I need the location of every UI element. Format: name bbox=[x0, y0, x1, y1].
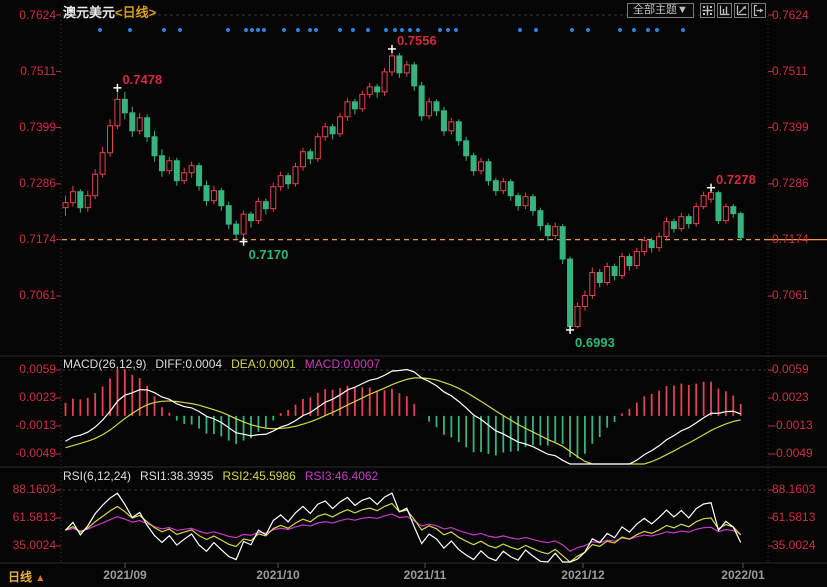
price-annotation: 0.7478 bbox=[122, 72, 162, 87]
macd-axis-label: -0.0013 bbox=[772, 418, 827, 432]
macd-axis-label: 0.0023 bbox=[772, 390, 827, 404]
macd-macd-value: MACD:0.0007 bbox=[305, 357, 380, 371]
instrument-name: 澳元美元 bbox=[63, 5, 115, 20]
ref-price-label: 0.7174 bbox=[772, 232, 827, 246]
theme-dropdown[interactable]: 全部主题▼ bbox=[627, 3, 694, 18]
crosshair-button[interactable] bbox=[700, 3, 715, 18]
macd-axis-label: -0.0049 bbox=[2, 446, 56, 460]
rsi-name: RSI(6,12,24) bbox=[63, 469, 131, 483]
rsi-axis-label: 61.5813 bbox=[2, 510, 56, 524]
price-axis-label: 0.7624 bbox=[2, 8, 56, 22]
export-panel-icon bbox=[753, 5, 764, 16]
macd-axis-label: 0.0059 bbox=[2, 362, 56, 376]
price-axis-label: 0.7286 bbox=[772, 176, 827, 190]
macd-axis-label: 0.0059 bbox=[772, 362, 827, 376]
page-title: 澳元美元<日线> bbox=[63, 2, 156, 21]
macd-axis-label: -0.0013 bbox=[2, 418, 56, 432]
axis-scale-icon bbox=[736, 5, 747, 16]
indicator-window-icon bbox=[719, 5, 730, 16]
crosshair-icon bbox=[702, 5, 713, 16]
macd-axis-label: 0.0023 bbox=[2, 390, 56, 404]
macd-header: MACD(26,12,9) DIFF:0.0004 DEA:0.0001 MAC… bbox=[63, 357, 380, 371]
rsi-axis-label: 35.0024 bbox=[772, 538, 827, 552]
chart-canvas[interactable] bbox=[0, 0, 827, 587]
rsi-axis-label: 35.0024 bbox=[2, 538, 56, 552]
indicator-window-button[interactable] bbox=[717, 3, 732, 18]
rsi-header: RSI(6,12,24) RSI1:38.3935 RSI2:45.5986 R… bbox=[63, 469, 378, 483]
x-axis-date: 2021/10 bbox=[256, 568, 299, 582]
price-annotation: 0.7278 bbox=[716, 172, 756, 187]
price-axis-label: 0.7399 bbox=[772, 120, 827, 134]
rsi2-value: RSI2:45.5986 bbox=[222, 469, 295, 483]
price-axis-label: 0.7399 bbox=[2, 120, 56, 134]
rsi3-value: RSI3:46.4062 bbox=[305, 469, 378, 483]
rsi-axis-label: 88.1603 bbox=[2, 482, 56, 496]
rsi-axis-label: 61.5813 bbox=[772, 510, 827, 524]
export-panel-button[interactable] bbox=[751, 3, 766, 18]
x-axis-date: 2021/09 bbox=[103, 568, 146, 582]
x-axis-date: 2021/12 bbox=[561, 568, 604, 582]
tab-timeframe-daily[interactable]: 日线 ▲ bbox=[8, 568, 45, 585]
price-annotation: 0.7556 bbox=[397, 33, 437, 48]
chevron-up-icon: ▲ bbox=[35, 573, 45, 584]
chart-application: 澳元美元<日线> 全部主题▼ 0.7624 0.7511 0.7399 bbox=[0, 0, 827, 587]
rsi-axis-label: 88.1603 bbox=[772, 482, 827, 496]
rsi1-value: RSI1:38.3935 bbox=[140, 469, 213, 483]
price-axis-label: 0.7061 bbox=[772, 288, 827, 302]
macd-name: MACD(26,12,9) bbox=[63, 357, 146, 371]
x-axis-date: 2021/11 bbox=[404, 568, 447, 582]
price-annotation: 0.6993 bbox=[575, 335, 615, 350]
timeframe-label: <日线> bbox=[115, 5, 156, 20]
price-axis-label: 0.7511 bbox=[772, 64, 827, 78]
macd-axis-label: -0.0049 bbox=[772, 446, 827, 460]
price-axis-label: 0.7286 bbox=[2, 176, 56, 190]
x-axis-date: 2022/01 bbox=[721, 568, 764, 582]
price-axis-label: 0.7061 bbox=[2, 288, 56, 302]
axis-scale-button[interactable] bbox=[734, 3, 749, 18]
macd-dea-value: DEA:0.0001 bbox=[231, 357, 296, 371]
macd-diff-value: DIFF:0.0004 bbox=[155, 357, 222, 371]
price-axis-label: 0.7174 bbox=[2, 232, 56, 246]
price-axis-label: 0.7511 bbox=[2, 64, 56, 78]
price-annotation: 0.7170 bbox=[249, 247, 289, 262]
price-axis-label: 0.7624 bbox=[772, 8, 827, 22]
